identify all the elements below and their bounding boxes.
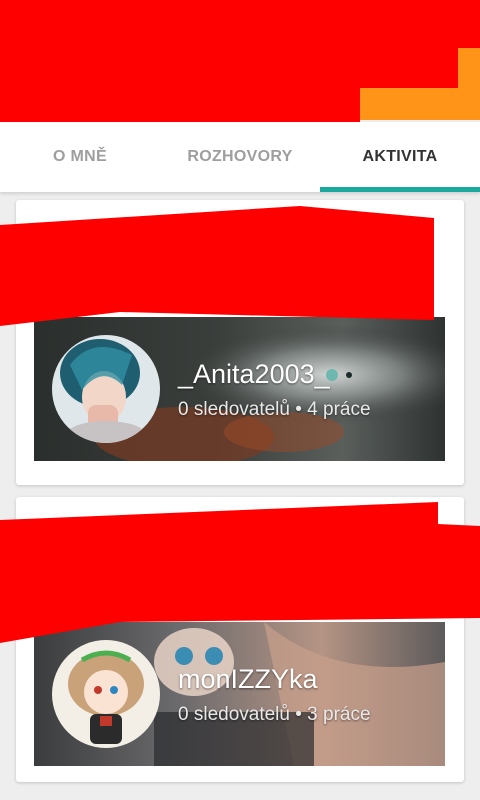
avatar — [52, 335, 160, 443]
tab-conversations[interactable]: ROZHOVORY — [160, 122, 320, 192]
tab-bar: O MNĚ ROZHOVORY AKTIVITA — [0, 122, 480, 192]
tab-about[interactable]: O MNĚ — [0, 122, 160, 192]
username: monIZZYka — [178, 664, 318, 694]
tab-activity[interactable]: AKTIVITA — [320, 122, 480, 192]
user-stats: 0 sledovatelů • 3 práce — [178, 704, 371, 725]
username: _Anita2003_ — [178, 359, 330, 389]
redacted-card-area — [0, 502, 480, 643]
user-stats: 0 sledovatelů • 4 práce — [178, 399, 371, 420]
avatar — [52, 640, 160, 748]
redacted-card-area — [0, 206, 434, 326]
profile-banner[interactable]: _Anita2003_ 0 sledovatelů • 4 práce — [34, 317, 445, 461]
